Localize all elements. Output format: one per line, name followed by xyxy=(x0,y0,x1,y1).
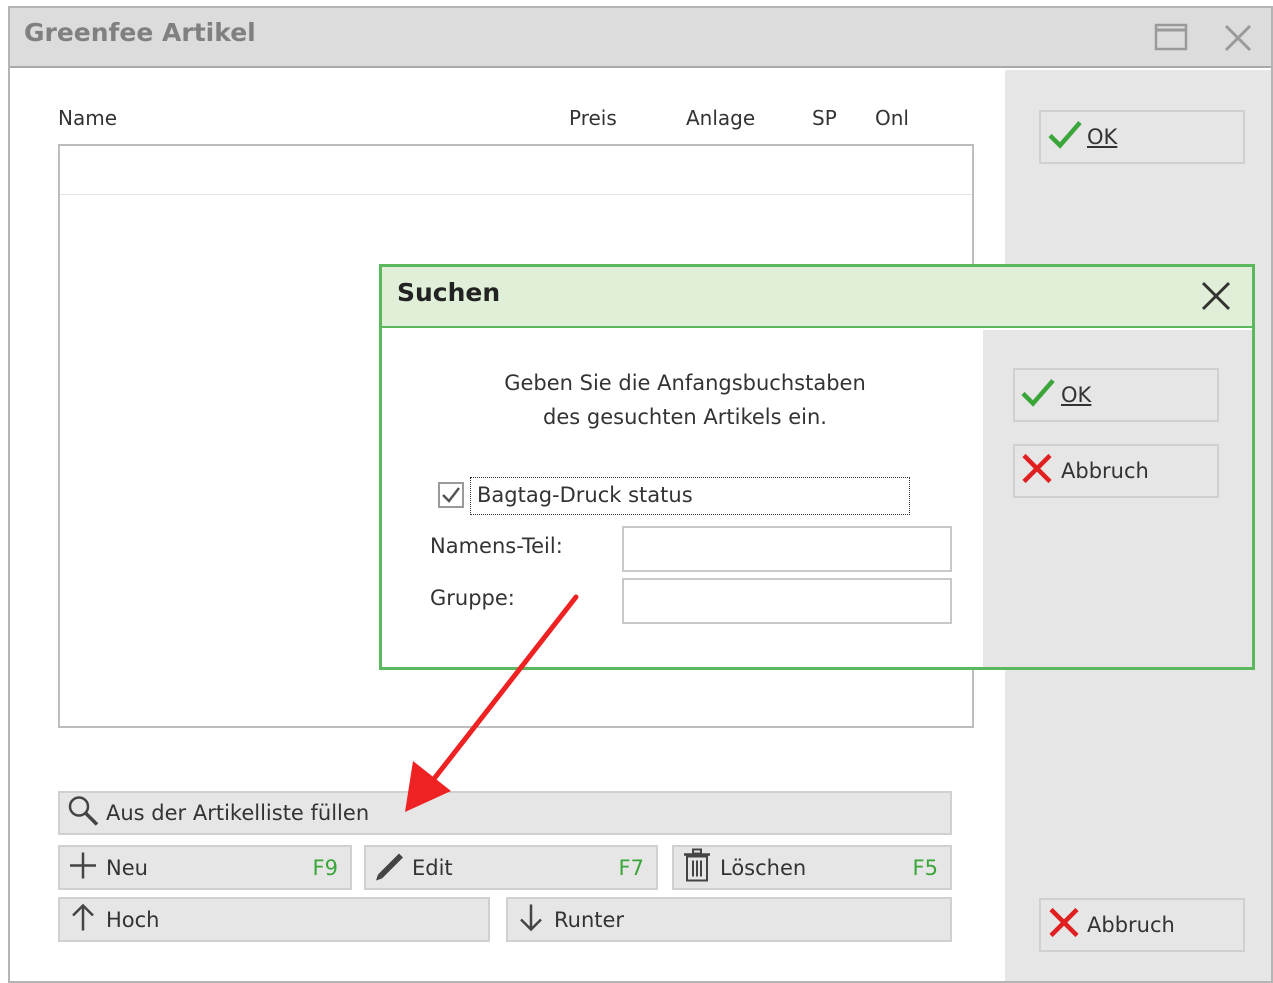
annotation-arrow-icon xyxy=(405,594,579,812)
